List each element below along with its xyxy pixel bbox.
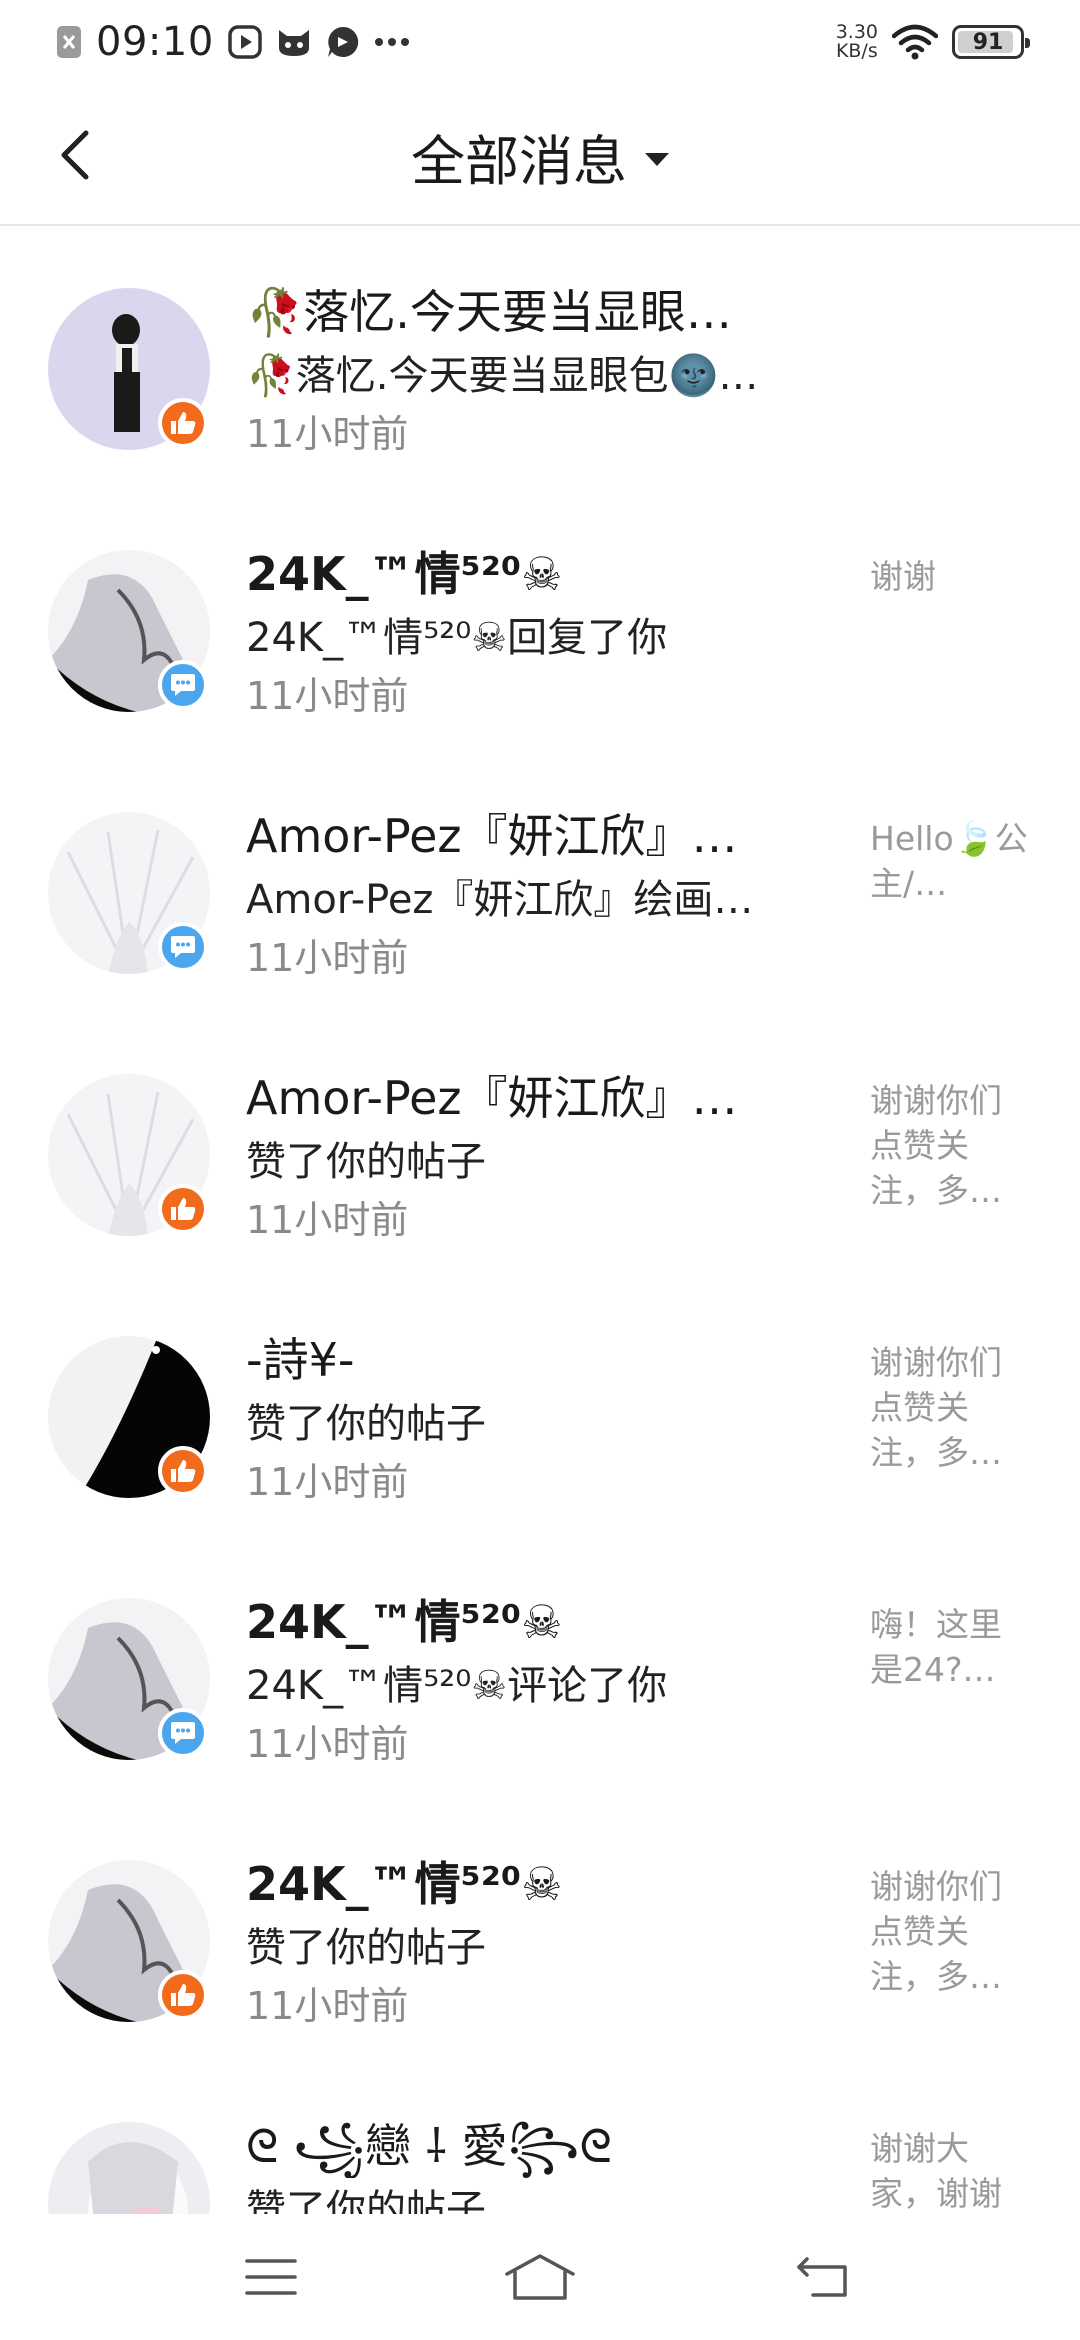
network-speed: 3.30 KB/s (836, 23, 878, 61)
avatar-image (48, 2122, 210, 2214)
close-notification-icon (56, 25, 82, 59)
message-preview: 谢谢大家，谢谢 (870, 2129, 1002, 2213)
sender-name: 🥀落忆.今天要当显眼… (246, 285, 732, 339)
sender-name: 24K_™情⁵²⁰☠ (246, 1857, 563, 1911)
message-preview: 谢谢你们点赞关注，多… (870, 1343, 1002, 1472)
message-description: 赞了你的帖子 (246, 1925, 486, 1971)
sender-name: ᘓ ꧁戀 ⸸ 愛꧂ᘓ (246, 2119, 612, 2173)
status-bar-left: 09:10 (56, 18, 410, 66)
network-speed-unit: KB/s (835, 40, 878, 62)
message-time: 11小时前 (246, 1984, 409, 2028)
header: 全部消息 (0, 84, 1080, 226)
avatar[interactable] (48, 812, 210, 974)
avatar[interactable] (48, 1074, 210, 1236)
comment-badge-icon (158, 1708, 208, 1758)
chat-app-icon (326, 25, 360, 59)
status-bar-right: 3.30 KB/s 91 (836, 18, 1030, 66)
message-item[interactable]: Amor-Pez『妍江欣』… 赞了你的帖子 11小时前 谢谢你们点赞关注，多… (0, 1014, 1080, 1276)
message-preview: 谢谢你们点赞关注，多… (870, 1081, 1002, 1210)
sender-name: -詩¥- (246, 1333, 355, 1387)
caret-down-icon (645, 152, 669, 166)
menu-button[interactable] (226, 2244, 316, 2310)
back-icon (797, 2257, 847, 2297)
page-title: 全部消息 (411, 129, 627, 193)
home-icon (505, 2254, 575, 2300)
message-item[interactable]: 24K_™情⁵²⁰☠ 赞了你的帖子 11小时前 谢谢你们点赞关注，多… (0, 1800, 1080, 2062)
system-nav-bar (0, 2214, 1080, 2340)
message-preview: 嗨！这里是24?… (870, 1605, 1002, 1689)
video-app-icon (228, 25, 262, 59)
like-badge-icon (158, 398, 208, 448)
message-description: 赞了你的帖子 (246, 1401, 486, 1447)
avatar[interactable] (48, 2122, 210, 2214)
message-item[interactable]: ᘓ ꧁戀 ⸸ 愛꧂ᘓ 赞了你的帖子 谢谢大家，谢谢 (0, 2062, 1080, 2214)
avatar[interactable] (48, 1598, 210, 1760)
home-button[interactable] (495, 2244, 585, 2310)
avatar[interactable] (48, 1860, 210, 2022)
avatar[interactable] (48, 288, 210, 450)
battery-level: 91 (972, 29, 1004, 55)
like-badge-icon (158, 1446, 208, 1496)
message-item[interactable]: Amor-Pez『妍江欣』… Amor-Pez『妍江欣』绘画… 11小时前 He… (0, 752, 1080, 1014)
message-time: 11小时前 (246, 936, 409, 980)
message-list[interactable]: 🥀落忆.今天要当显眼… 🥀落忆.今天要当显眼包🌚… 11小时前 24K_™情⁵²… (0, 228, 1080, 2214)
message-description: 赞了你的帖子 (246, 2187, 486, 2214)
comment-badge-icon (158, 922, 208, 972)
sender-name: Amor-Pez『妍江欣』… (246, 1071, 738, 1125)
message-item[interactable]: -詩¥- 赞了你的帖子 11小时前 谢谢你们点赞关注，多… (0, 1276, 1080, 1538)
message-item[interactable]: 🥀落忆.今天要当显眼… 🥀落忆.今天要当显眼包🌚… 11小时前 (0, 228, 1080, 490)
wifi-icon (892, 24, 938, 60)
avatar[interactable] (48, 1336, 210, 1498)
message-preview: Hello🍃公主/… (870, 819, 1028, 903)
battery-nub (1025, 38, 1030, 48)
status-bar: 09:10 3.30 KB/s 91 (0, 0, 1080, 84)
sender-name: 24K_™情⁵²⁰☠ (246, 547, 563, 601)
like-badge-icon (158, 1184, 208, 1234)
message-description: 24K_™情⁵²⁰☠回复了你 (246, 615, 668, 661)
message-preview: 谢谢你们点赞关注，多… (870, 1867, 1002, 1996)
status-time: 09:10 (96, 19, 214, 65)
message-description: 🥀落忆.今天要当显眼包🌚… (246, 353, 759, 399)
message-time: 11小时前 (246, 1722, 409, 1766)
more-dots-icon (374, 37, 410, 47)
message-preview: 谢谢 (870, 557, 936, 596)
comment-badge-icon (158, 660, 208, 710)
message-description: 24K_™情⁵²⁰☠评论了你 (246, 1663, 668, 1709)
nav-back-button[interactable] (778, 2244, 868, 2310)
message-time: 11小时前 (246, 412, 409, 456)
messages-screen: 09:10 3.30 KB/s 91 全部消息 🥀落忆.今天要当显眼… 🥀落忆.… (0, 0, 1080, 2340)
sender-name: 24K_™情⁵²⁰☠ (246, 1595, 563, 1649)
message-time: 11小时前 (246, 1198, 409, 1242)
message-item[interactable]: 24K_™情⁵²⁰☠ 24K_™情⁵²⁰☠回复了你 11小时前 谢谢 (0, 490, 1080, 752)
message-item[interactable]: 24K_™情⁵²⁰☠ 24K_™情⁵²⁰☠评论了你 11小时前 嗨！这里是24?… (0, 1538, 1080, 1800)
message-time: 11小时前 (246, 1460, 409, 1504)
message-description: 赞了你的帖子 (246, 1139, 486, 1185)
sender-name: Amor-Pez『妍江欣』… (246, 809, 738, 863)
title-dropdown[interactable]: 全部消息 (0, 118, 1080, 194)
message-time: 11小时前 (246, 674, 409, 718)
avatar[interactable] (48, 550, 210, 712)
cat-app-icon (276, 26, 312, 58)
like-badge-icon (158, 1970, 208, 2020)
message-description: Amor-Pez『妍江欣』绘画… (246, 877, 754, 923)
menu-icon (245, 2259, 297, 2295)
battery-icon: 91 (952, 25, 1030, 59)
